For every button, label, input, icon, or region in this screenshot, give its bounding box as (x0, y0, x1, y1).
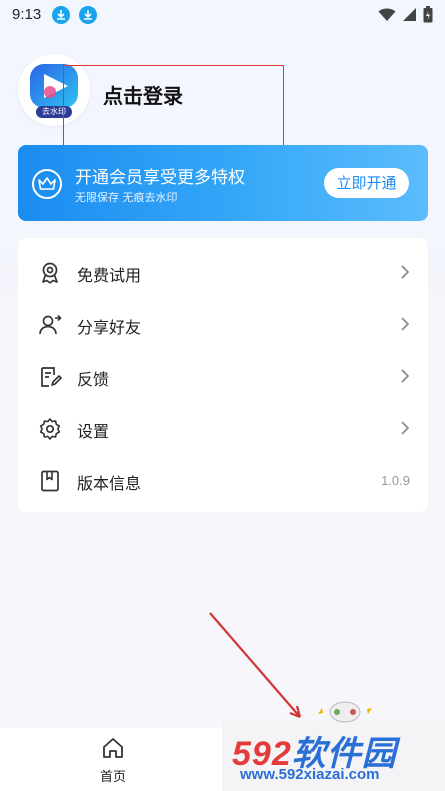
menu-item-label: 设置 (77, 422, 110, 441)
gear-icon (39, 418, 61, 440)
menu-item-label: 反馈 (77, 370, 110, 389)
version-value: 1.0.9 (381, 473, 410, 488)
battery-icon (423, 6, 433, 23)
gamepad-icon (318, 701, 372, 723)
tab-home[interactable]: 首页 (83, 736, 143, 785)
download-icon (79, 6, 97, 24)
menu-item-free-trial[interactable]: 免费试用 (18, 246, 428, 298)
status-bar: 9:13 (0, 0, 445, 32)
chevron-right-icon (401, 265, 410, 279)
vip-banner[interactable]: 开通会员享受更多特权 无限保存 无痕去水印 立即开通 (18, 145, 428, 221)
menu-item-version[interactable]: 版本信息 1.0.9 (18, 454, 428, 506)
share-user-icon (39, 314, 62, 335)
crown-icon (32, 169, 62, 199)
book-icon (41, 470, 59, 492)
signal-icon (403, 8, 416, 21)
watermark-badge: 592软件园 www.592xiazai.com (222, 720, 445, 791)
chevron-right-icon (401, 421, 410, 435)
vip-title: 开通会员享受更多特权 (75, 168, 245, 188)
menu-item-feedback[interactable]: 反馈 (18, 350, 428, 402)
menu-item-label: 分享好友 (77, 318, 142, 337)
chevron-right-icon (401, 317, 410, 331)
vip-subtitle: 无限保存 无痕去水印 (75, 191, 178, 204)
tab-home-label: 首页 (99, 770, 126, 785)
home-icon (103, 738, 123, 758)
status-time: 9:13 (12, 6, 42, 23)
wifi-icon (378, 8, 396, 21)
medal-icon (42, 262, 58, 284)
watermark-url: www.592xiazai.com (240, 766, 380, 783)
annotation-box (63, 65, 284, 150)
chevron-right-icon (401, 369, 410, 383)
menu-item-share[interactable]: 分享好友 (18, 298, 428, 350)
menu-card: 免费试用 分享好友 反馈 设置 版本信息 1.0.9 (18, 238, 428, 512)
annotation-arrow-icon (209, 612, 302, 719)
menu-item-label: 免费试用 (77, 266, 142, 285)
status-icons (378, 6, 433, 23)
feedback-icon (41, 367, 62, 387)
menu-item-label: 版本信息 (77, 474, 142, 493)
menu-item-settings[interactable]: 设置 (18, 402, 428, 454)
download-icon (52, 6, 70, 24)
vip-open-button[interactable]: 立即开通 (324, 168, 409, 198)
